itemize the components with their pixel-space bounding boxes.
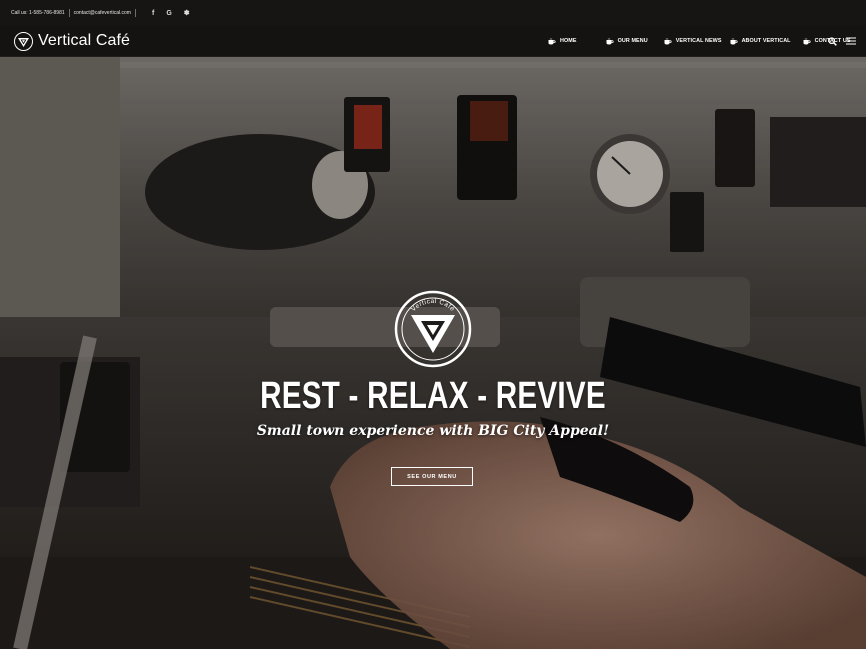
svg-text:Vertical Café: Vertical Café — [410, 298, 456, 313]
yelp-icon[interactable]: ✽ — [184, 10, 190, 17]
nav-our-menu[interactable]: OUR MENU — [606, 37, 648, 45]
social-links: f G ✽ — [146, 10, 196, 17]
hero-headline: REST - RELAX - REVIVE — [260, 375, 606, 417]
coffee-cup-icon — [730, 37, 738, 44]
nav-label: VERTICAL NEWS — [675, 38, 722, 44]
site-header: Vertical Café HOME OUR MENU VERTICAL NEW… — [0, 26, 866, 57]
divider — [68, 9, 70, 17]
facebook-icon[interactable]: f — [152, 10, 154, 17]
logo-emblem-icon — [14, 31, 33, 51]
phone-number[interactable]: Call us: 1-585-786-8981 — [11, 10, 65, 16]
top-info-bar: Call us: 1-585-786-8981 contact@cafevert… — [0, 0, 866, 26]
hero-section: Vertical Café REST - RELAX - REVIVE Smal… — [0, 57, 866, 649]
nav-label: ABOUT VERTICAL — [741, 38, 791, 44]
coffee-cup-icon — [664, 37, 672, 44]
emblem-text: Vertical Café — [410, 298, 455, 313]
nav-vertical-news[interactable]: VERTICAL NEWS — [664, 37, 722, 45]
coffee-cup-icon — [548, 37, 556, 44]
search-icon[interactable] — [828, 36, 837, 46]
logo-text: Vertical Café — [38, 32, 131, 49]
menu-icon[interactable] — [846, 37, 856, 45]
google-icon[interactable]: G — [166, 10, 171, 17]
nav-home[interactable]: HOME — [548, 37, 577, 45]
vertical-cafe-emblem: Vertical Café — [394, 290, 472, 368]
nav-label: HOME — [560, 38, 577, 44]
coffee-cup-icon — [606, 37, 614, 44]
nav-about-vertical[interactable]: ABOUT VERTICAL — [730, 37, 791, 45]
nav-label: OUR MENU — [617, 38, 648, 44]
header-icons — [819, 26, 856, 56]
divider — [134, 9, 136, 17]
site-logo[interactable]: Vertical Café — [14, 31, 131, 51]
coffee-cup-icon — [803, 37, 811, 44]
main-nav: HOME OUR MENU VERTICAL NEWS ABOUT VERTIC… — [548, 26, 851, 56]
see-our-menu-button[interactable]: SEE OUR MENU — [391, 467, 473, 486]
email-link[interactable]: contact@cafevertical.com — [74, 10, 131, 16]
hero-tagline: Small town experience with BIG City Appe… — [256, 423, 610, 439]
